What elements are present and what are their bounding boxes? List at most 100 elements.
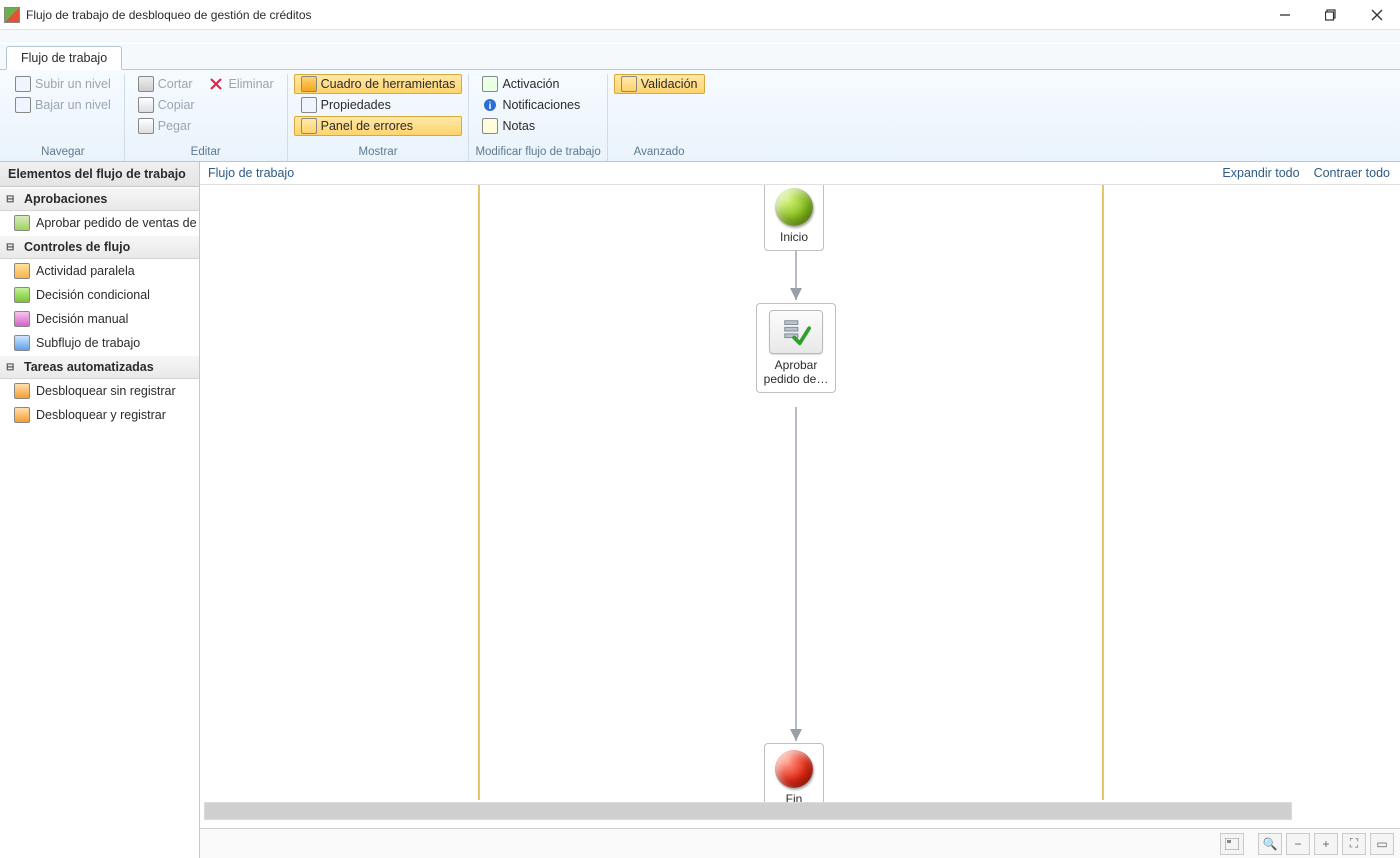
- approve-label-line2: pedido de…: [764, 372, 829, 386]
- approve-node[interactable]: Aprobar pedido de…: [756, 303, 836, 393]
- section-tareas-label: Tareas automatizadas: [24, 360, 154, 374]
- unlock-icon: [14, 383, 30, 399]
- lane-border-right: [1102, 185, 1104, 800]
- item-desbloquear-y-registrar[interactable]: Desbloquear y registrar: [0, 403, 199, 427]
- ribbon: Subir un nivel Bajar un nivel Navegar Co…: [0, 70, 1400, 162]
- item-decision-manual[interactable]: Decisión manual: [0, 307, 199, 331]
- nav-up-label: Subir un nivel: [35, 77, 111, 91]
- approve-label-line1: Aprobar: [775, 358, 818, 372]
- zoom-fit-button[interactable]: 🔍: [1258, 833, 1282, 855]
- item-subflujo-label: Subflujo de trabajo: [36, 336, 140, 350]
- window-controls: [1262, 0, 1400, 30]
- group-label-navegar: Navegar: [8, 144, 118, 161]
- group-label-editar: Editar: [131, 144, 281, 161]
- section-aprobaciones[interactable]: ⊟ Aprobaciones: [0, 187, 199, 211]
- validation-label: Validación: [641, 77, 698, 91]
- item-desbloquear-y-label: Desbloquear y registrar: [36, 408, 166, 422]
- section-tareas[interactable]: ⊟ Tareas automatizadas: [0, 355, 199, 379]
- nav-down-label: Bajar un nivel: [35, 98, 111, 112]
- ribbon-tab-strip: Flujo de trabajo: [0, 44, 1400, 70]
- minimize-button[interactable]: [1262, 0, 1308, 30]
- minimap-button[interactable]: [1220, 833, 1244, 855]
- error-panel-label: Panel de errores: [321, 119, 413, 133]
- group-label-avanzado: Avanzado: [614, 144, 705, 161]
- canvas-header: Flujo de trabajo Expandir todo Contraer …: [200, 162, 1400, 185]
- paste-icon: [138, 118, 154, 134]
- scissors-icon: [138, 76, 154, 92]
- horizontal-scrollbar[interactable]: [204, 802, 1292, 820]
- item-decision-condicional[interactable]: Decisión condicional: [0, 283, 199, 307]
- collapse-icon: ⊟: [6, 362, 18, 373]
- start-circle-icon: [775, 188, 813, 226]
- paste-label: Pegar: [158, 119, 191, 133]
- group-label-modificar: Modificar flujo de trabajo: [475, 144, 600, 161]
- activation-label: Activación: [502, 77, 559, 91]
- item-subflujo[interactable]: Subflujo de trabajo: [0, 331, 199, 355]
- ribbon-group-mostrar: Cuadro de herramientas Propiedades Panel…: [288, 74, 470, 161]
- collapse-all-link[interactable]: Contraer todo: [1314, 166, 1390, 180]
- arrow-up-icon: [15, 76, 31, 92]
- window-title: Flujo de trabajo de desbloqueo de gestió…: [26, 8, 312, 22]
- nav-up-button[interactable]: Subir un nivel: [8, 74, 118, 94]
- svg-text:i: i: [489, 101, 492, 112]
- connectors: [200, 185, 1400, 828]
- collapse-icon: ⊟: [6, 242, 18, 253]
- validation-icon: [621, 76, 637, 92]
- breadcrumb[interactable]: Flujo de trabajo: [208, 166, 294, 180]
- notifications-button[interactable]: i Notificaciones: [475, 95, 600, 115]
- ribbon-tab-workflow[interactable]: Flujo de trabajo: [6, 46, 122, 70]
- ribbon-group-editar: Cortar Eliminar Copiar Pegar Editar: [125, 74, 288, 161]
- scrollbar-thumb[interactable]: [205, 803, 1291, 819]
- ribbon-group-navegar: Subir un nivel Bajar un nivel Navegar: [2, 74, 125, 161]
- error-panel-button[interactable]: Panel de errores: [294, 116, 463, 136]
- start-node[interactable]: Inicio: [764, 185, 824, 251]
- delete-button[interactable]: Eliminar: [201, 74, 280, 94]
- start-label: Inicio: [780, 230, 808, 244]
- toolbox-label: Cuadro de herramientas: [321, 77, 456, 91]
- app-icon: [4, 7, 20, 23]
- item-actividad-paralela[interactable]: Actividad paralela: [0, 259, 199, 283]
- unlock-register-icon: [14, 407, 30, 423]
- paste-button[interactable]: Pegar: [131, 116, 281, 136]
- properties-label: Propiedades: [321, 98, 391, 112]
- cut-label: Cortar: [158, 77, 193, 91]
- close-button[interactable]: [1354, 0, 1400, 30]
- lane-border-left: [478, 185, 480, 800]
- copy-button[interactable]: Copiar: [131, 95, 281, 115]
- canvas-area: Flujo de trabajo Expandir todo Contraer …: [200, 162, 1400, 858]
- properties-button[interactable]: Propiedades: [294, 95, 463, 115]
- zoom-to-selection-button[interactable]: ⛶: [1342, 833, 1366, 855]
- section-aprobaciones-label: Aprobaciones: [24, 192, 107, 206]
- item-desbloquear-sin-label: Desbloquear sin registrar: [36, 384, 176, 398]
- info-icon: i: [482, 97, 498, 113]
- item-desbloquear-sin-registrar[interactable]: Desbloquear sin registrar: [0, 379, 199, 403]
- section-controles[interactable]: ⊟ Controles de flujo: [0, 235, 199, 259]
- fit-window-button[interactable]: ▭: [1370, 833, 1394, 855]
- item-aprobar-pedido[interactable]: Aprobar pedido de ventas de: [0, 211, 199, 235]
- titlebar: Flujo de trabajo de desbloqueo de gestió…: [0, 0, 1400, 30]
- delete-label: Eliminar: [228, 77, 273, 91]
- expand-all-link[interactable]: Expandir todo: [1222, 166, 1299, 180]
- ribbon-group-avanzado: Validación Avanzado: [608, 74, 711, 161]
- item-decision-manual-label: Decisión manual: [36, 312, 128, 326]
- toolbox-button[interactable]: Cuadro de herramientas: [294, 74, 463, 94]
- conditional-icon: [14, 287, 30, 303]
- nav-down-button[interactable]: Bajar un nivel: [8, 95, 118, 115]
- arrow-down-icon: [15, 97, 31, 113]
- workflow-canvas[interactable]: Inicio Aprobar pedido de…: [200, 185, 1400, 828]
- delete-icon: [208, 76, 224, 92]
- task-icon: [769, 310, 823, 354]
- item-decision-condicional-label: Decisión condicional: [36, 288, 150, 302]
- ribbon-group-modificar: Activación i Notificaciones Notas Modifi…: [469, 74, 607, 161]
- validation-button[interactable]: Validación: [614, 74, 705, 94]
- maximize-button[interactable]: [1308, 0, 1354, 30]
- notes-label: Notas: [502, 119, 535, 133]
- activation-button[interactable]: Activación: [475, 74, 600, 94]
- notes-button[interactable]: Notas: [475, 116, 600, 136]
- zoom-out-button[interactable]: −: [1286, 833, 1310, 855]
- manual-decision-icon: [14, 311, 30, 327]
- notes-icon: [482, 118, 498, 134]
- subworkflow-icon: [14, 335, 30, 351]
- zoom-in-button[interactable]: +: [1314, 833, 1338, 855]
- cut-button[interactable]: Cortar: [131, 74, 200, 94]
